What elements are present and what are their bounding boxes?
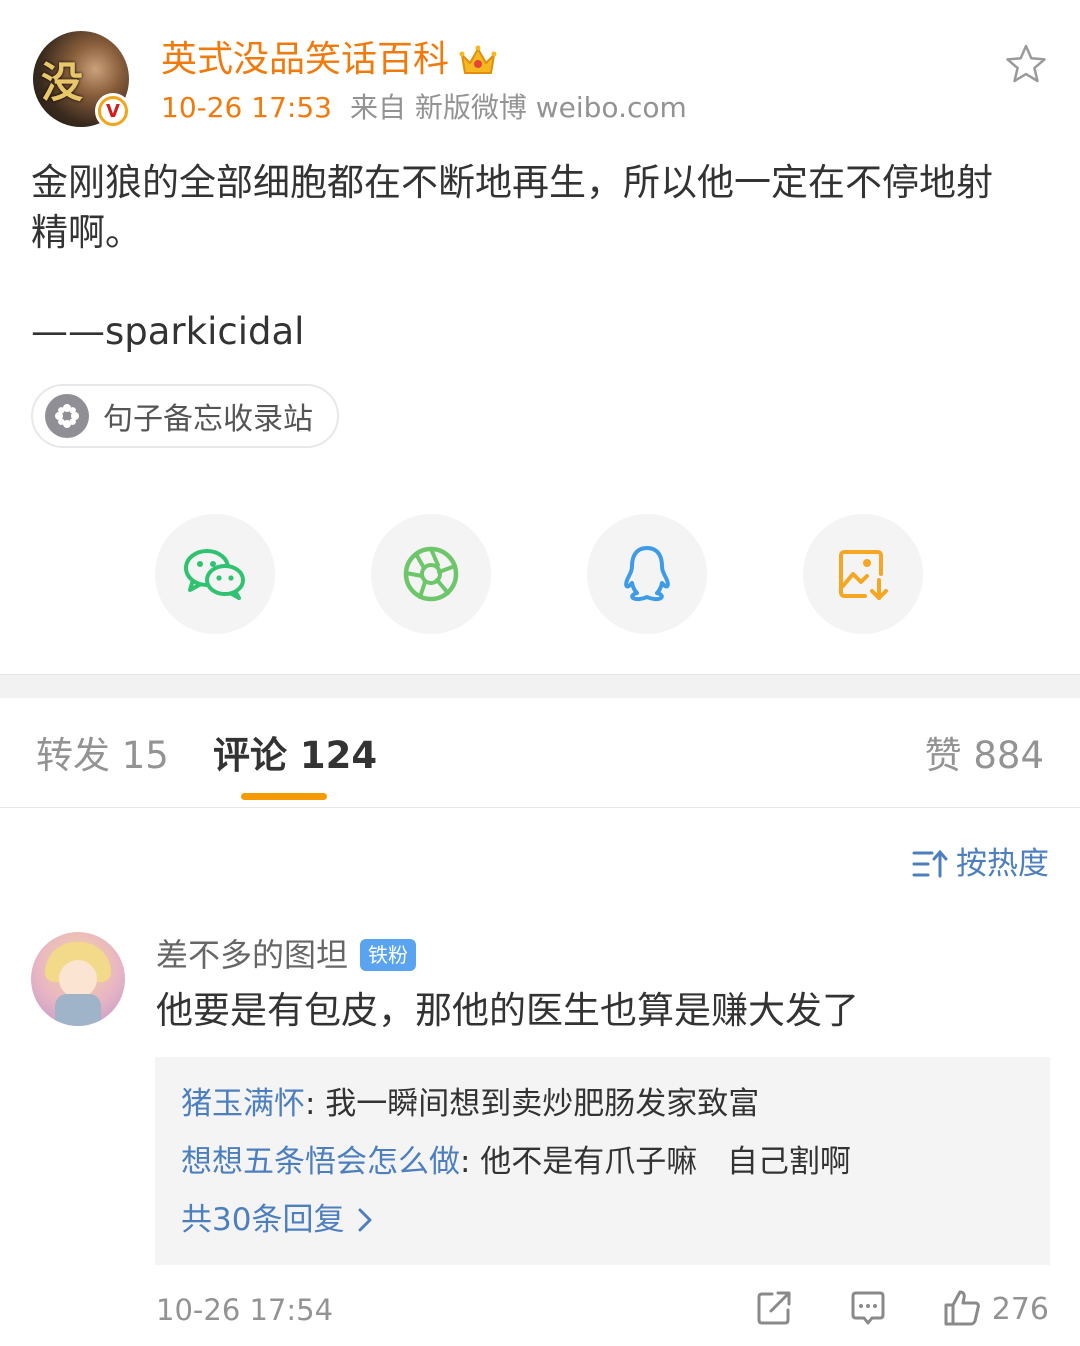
reply-text: : 他不是有爪子嘛 自己割啊 (460, 1144, 851, 1180)
topic-chip[interactable]: 句子备忘收录站 (31, 384, 339, 448)
comment-time: 10-26 17:54 (156, 1293, 334, 1327)
share-wechat-button[interactable] (155, 514, 275, 634)
reply-user[interactable]: 想想五条悟会怎么做 (181, 1144, 460, 1180)
share-comment-icon[interactable] (754, 1288, 794, 1328)
comment-text: 他要是有包皮，那他的医生也算是赚大发了 (156, 989, 859, 1032)
tab-repost[interactable]: 转发 15 (36, 732, 169, 780)
reply-box[interactable]: 猪玉满怀: 我一瞬间想到卖炒肥肠发家致富 想想五条悟会怎么做: 他不是有爪子嘛 … (155, 1057, 1050, 1265)
section-divider (0, 674, 1080, 698)
verified-badge-label: V (101, 99, 125, 123)
fan-badge[interactable]: 铁粉 (360, 939, 417, 971)
save-image-icon (839, 550, 888, 600)
author-avatar[interactable]: 没 V (33, 31, 131, 129)
reply-user[interactable]: 猪玉满怀 (181, 1086, 305, 1122)
sort-button[interactable]: 按热度 (912, 844, 1049, 884)
moments-icon (403, 546, 459, 602)
thumbs-up-icon[interactable] (942, 1288, 982, 1328)
author-name[interactable]: 英式没品笑话百科 (161, 38, 449, 82)
sort-label: 按热度 (956, 846, 1049, 882)
post-time: 10-26 17:53 (161, 91, 332, 124)
topic-flower-icon (45, 394, 89, 438)
wechat-icon (184, 549, 245, 600)
reply-item[interactable]: 想想五条悟会怎么做: 他不是有爪子嘛 自己割啊 (181, 1133, 1024, 1191)
star-outline-icon[interactable] (1004, 42, 1048, 86)
active-tab-indicator (241, 793, 327, 800)
author-name-row[interactable]: 英式没品笑话百科 (161, 38, 497, 82)
more-replies-link[interactable]: 共30条回复 (181, 1191, 1024, 1249)
post-signature: ——sparkicidal (31, 310, 305, 353)
reply-item[interactable]: 猪玉满怀: 我一瞬间想到卖炒肥肠发家致富 (181, 1075, 1024, 1133)
avatar-text: 没 (41, 58, 84, 107)
comment-header: 差不多的图坦 铁粉 (156, 934, 417, 976)
reply-text: : 我一瞬间想到卖炒肥肠发家致富 (305, 1086, 760, 1122)
avatar-body (55, 994, 101, 1026)
reply-comment-icon[interactable] (848, 1288, 888, 1328)
sort-icon (912, 849, 948, 878)
commenter-avatar[interactable] (31, 932, 125, 1026)
post-text: 金刚狼的全部细胞都在不断地再生，所以他一定在不停地射 精啊。 (31, 161, 993, 254)
tab-likes[interactable]: 赞 884 (925, 732, 1044, 780)
save-image-button[interactable] (803, 514, 923, 634)
comment-like-count: 276 (991, 1292, 1049, 1327)
share-moments-button[interactable] (371, 514, 491, 634)
qq-icon (624, 546, 670, 602)
crown-icon (459, 45, 497, 74)
post-source: 来自 新版微博 weibo.com (349, 91, 687, 124)
tab-comments[interactable]: 评论 124 (213, 732, 377, 780)
avatar-face (59, 960, 97, 998)
verified-badge-icon: V (95, 93, 131, 129)
commenter-name[interactable]: 差不多的图坦 (156, 934, 348, 976)
topic-chip-label: 句子备忘收录站 (103, 402, 313, 437)
chevron-right-icon (358, 1208, 372, 1232)
share-qq-button[interactable] (587, 514, 707, 634)
more-replies-label: 共30条回复 (181, 1202, 345, 1238)
tab-bar-divider (0, 807, 1080, 808)
post-meta: 10-26 17:53 来自 新版微博 weibo.com (161, 90, 687, 126)
